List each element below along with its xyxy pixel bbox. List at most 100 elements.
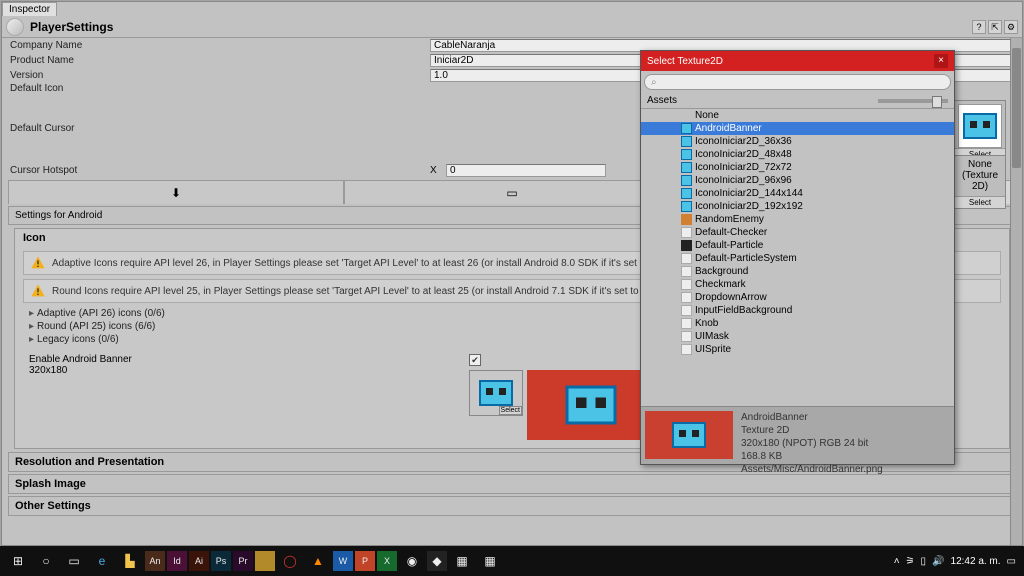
cursor-x-field[interactable] <box>446 164 606 177</box>
asset-item[interactable]: InputFieldBackground <box>641 304 954 317</box>
app-ps-icon[interactable]: Ps <box>211 551 231 571</box>
asset-item-label: IconoIniciar2D_96x96 <box>695 175 792 186</box>
tray-volume-icon[interactable]: 🔊 <box>932 556 944 567</box>
cursor-hotspot-label: Cursor Hotspot <box>10 165 430 176</box>
asset-item[interactable]: IconoIniciar2D_192x192 <box>641 200 954 213</box>
asset-item[interactable]: IconoIniciar2D_36x36 <box>641 135 954 148</box>
asset-thumb-icon <box>681 123 692 134</box>
windows-start-button[interactable]: ⊞ <box>5 550 31 572</box>
asset-item-label: InputFieldBackground <box>695 305 792 316</box>
splash-header[interactable]: Splash Image <box>8 474 1016 494</box>
asset-item[interactable]: Background <box>641 265 954 278</box>
asset-thumb-icon <box>681 175 692 186</box>
asset-item[interactable]: UISprite <box>641 343 954 356</box>
app-icon-2[interactable]: ▦ <box>477 550 503 572</box>
task-view-button[interactable]: ▭ <box>61 550 87 572</box>
opera-icon[interactable]: ◯ <box>277 550 303 572</box>
platform-tab-ios[interactable]: ▭ <box>344 180 680 204</box>
tray-battery-icon[interactable]: ▯ <box>921 556 927 567</box>
app-ai-icon[interactable]: Ai <box>189 551 209 571</box>
asset-item-label: DropdownArrow <box>695 292 767 303</box>
open-icon[interactable]: ⇱ <box>988 20 1002 34</box>
other-header[interactable]: Other Settings <box>8 496 1016 516</box>
word-icon[interactable]: W <box>333 551 353 571</box>
help-icon[interactable]: ? <box>972 20 986 34</box>
banner-thumbnail[interactable]: Select <box>469 370 523 416</box>
asset-thumb-icon <box>681 331 692 342</box>
powerpoint-icon[interactable]: P <box>355 551 375 571</box>
default-icon-card[interactable]: Select <box>954 100 1006 161</box>
default-cursor-card[interactable]: None (Texture 2D) Select <box>954 155 1006 209</box>
asset-thumb-icon <box>681 149 692 160</box>
asset-thumb-icon <box>681 318 692 329</box>
notifications-icon[interactable]: ▭ <box>1007 556 1016 567</box>
platform-tab-standalone[interactable]: ⬇ <box>8 180 344 204</box>
chrome-icon[interactable]: ◉ <box>399 550 425 572</box>
app-id-icon[interactable]: Id <box>167 551 187 571</box>
app-icon[interactable]: ▦ <box>449 550 475 572</box>
search-button[interactable]: ○ <box>33 550 59 572</box>
asset-item[interactable]: UIMask <box>641 330 954 343</box>
popup-close-button[interactable]: × <box>934 54 948 68</box>
asset-thumb-icon <box>681 240 692 251</box>
unity-icon[interactable]: ◆ <box>427 551 447 571</box>
asset-item[interactable]: DropdownArrow <box>641 291 954 304</box>
banner-select-button[interactable]: Select <box>499 406 522 415</box>
popup-titlebar: Select Texture2D × <box>641 51 954 71</box>
asset-item[interactable]: IconoIniciar2D_96x96 <box>641 174 954 187</box>
banner-size-label: 320x180 <box>29 365 469 376</box>
asset-item[interactable]: Default-Checker <box>641 226 954 239</box>
asset-item[interactable]: None <box>641 109 954 122</box>
preview-face-icon <box>672 422 706 448</box>
asset-thumb-icon <box>681 292 692 303</box>
zoom-slider[interactable] <box>878 99 948 103</box>
asset-item-label: Default-Particle <box>695 240 763 251</box>
page-title: PlayerSettings <box>30 20 113 34</box>
asset-item-label: AndroidBanner <box>695 123 762 134</box>
asset-item-label: IconoIniciar2D_72x72 <box>695 162 792 173</box>
asset-item[interactable]: RandomEnemy <box>641 213 954 226</box>
asset-item-label: IconoIniciar2D_48x48 <box>695 149 792 160</box>
app-pr-icon[interactable]: Pr <box>233 551 253 571</box>
default-icon-thumb <box>963 113 997 139</box>
asset-thumb-icon <box>681 162 692 173</box>
app-generic-icon[interactable] <box>255 551 275 571</box>
default-cursor-none: None (Texture 2D) <box>955 156 1005 196</box>
inspector-titlebar: PlayerSettings ? ⇱ ⚙ <box>2 16 1022 38</box>
edge-icon[interactable]: e <box>89 550 115 572</box>
explorer-icon[interactable]: ▙ <box>117 550 143 572</box>
asset-item[interactable]: IconoIniciar2D_144x144 <box>641 187 954 200</box>
search-icon: ⌕ <box>651 77 657 88</box>
default-icon-label: Default Icon <box>10 83 430 123</box>
tray-up-icon[interactable]: ˄ <box>894 556 900 567</box>
popup-title-label: Select Texture2D <box>647 56 723 67</box>
asset-item[interactable]: Knob <box>641 317 954 330</box>
popup-search-input[interactable]: ⌕ <box>644 74 951 90</box>
asset-item[interactable]: IconoIniciar2D_72x72 <box>641 161 954 174</box>
asset-item-label: None <box>695 110 719 121</box>
inspector-tab[interactable]: Inspector <box>2 2 57 17</box>
default-cursor-select[interactable]: Select <box>955 196 1005 208</box>
taskbar-clock[interactable]: ˄ ⚞ ▯ 🔊 12:42 a. m. ▭ <box>894 556 1020 567</box>
asset-item-label: Background <box>695 266 748 277</box>
asset-item[interactable]: IconoIniciar2D_48x48 <box>641 148 954 161</box>
enable-banner-checkbox[interactable]: ✔ <box>469 354 481 366</box>
asset-item-label: Default-Checker <box>695 227 767 238</box>
app-an-icon[interactable]: An <box>145 551 165 571</box>
asset-item[interactable]: Default-Particle <box>641 239 954 252</box>
excel-icon[interactable]: X <box>377 551 397 571</box>
banner-face-icon <box>479 380 513 406</box>
asset-item[interactable]: Default-ParticleSystem <box>641 252 954 265</box>
assets-tab[interactable]: Assets <box>647 95 677 106</box>
tray-wifi-icon[interactable]: ⚞ <box>906 556 915 567</box>
vlc-icon[interactable]: ▲ <box>305 550 331 572</box>
asset-item[interactable]: AndroidBanner <box>641 122 954 135</box>
options-icon[interactable]: ⚙ <box>1004 20 1018 34</box>
asset-thumb-icon <box>681 201 692 212</box>
asset-list: NoneAndroidBannerIconoIniciar2D_36x36Ico… <box>641 109 954 356</box>
preview-type: Texture 2D <box>741 424 883 437</box>
asset-thumb-icon <box>681 266 692 277</box>
inspector-scrollbar[interactable] <box>1010 38 1022 545</box>
asset-item[interactable]: Checkmark <box>641 278 954 291</box>
scrollbar-thumb[interactable] <box>1012 48 1021 168</box>
